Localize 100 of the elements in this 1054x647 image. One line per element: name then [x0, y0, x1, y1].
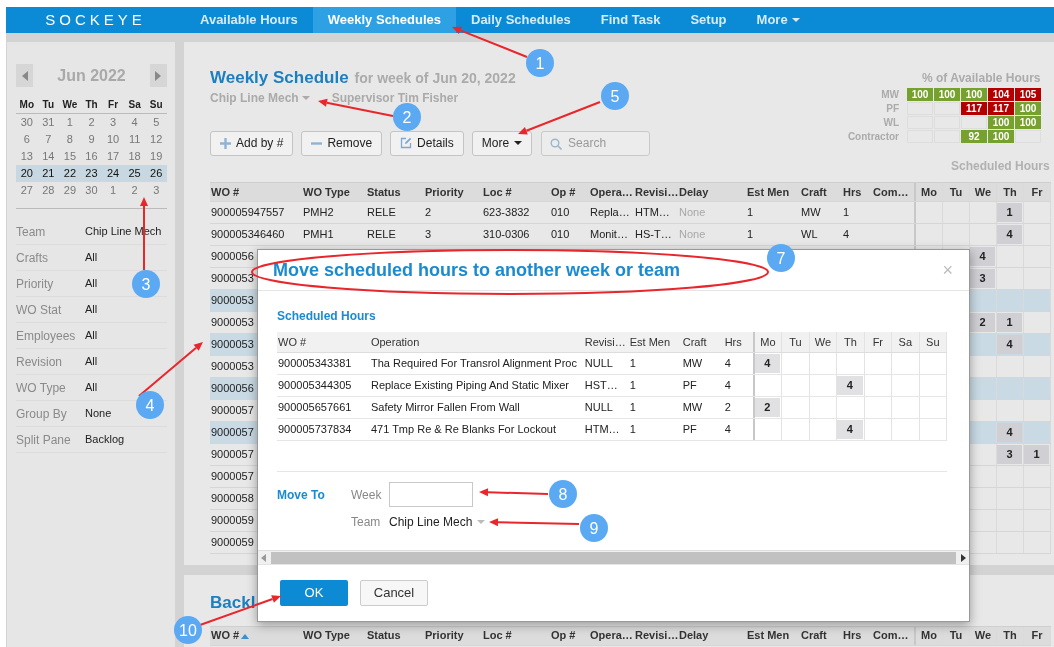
calendar-day[interactable]: 28	[37, 182, 60, 199]
column-header[interactable]: Opera…	[589, 183, 634, 201]
column-header[interactable]: Priority	[424, 183, 482, 201]
table-cell: PF	[682, 423, 697, 436]
calendar-day[interactable]: 29	[59, 182, 81, 199]
previous-month-button[interactable]	[16, 64, 33, 87]
cancel-button[interactable]: Cancel	[360, 580, 428, 606]
column-header[interactable]: Hrs	[842, 183, 872, 201]
toolbar-button[interactable]: Add by #	[210, 130, 294, 156]
table-cell: 4	[724, 357, 731, 370]
filter-value[interactable]: All	[85, 249, 98, 266]
calendar-day[interactable]: 2	[80, 114, 103, 131]
toolbar-button[interactable]: Details	[390, 130, 464, 156]
table-cell: 1	[747, 228, 754, 241]
calendar-day[interactable]: 4	[123, 114, 146, 131]
calendar-day[interactable]: 3	[145, 182, 167, 199]
calendar-day[interactable]: 21	[37, 165, 60, 182]
filter-value[interactable]: All	[85, 327, 98, 344]
calendar-day[interactable]: 2	[123, 182, 146, 199]
filter-value[interactable]: Backlog	[85, 431, 125, 448]
calendar-day[interactable]: 22	[59, 165, 81, 182]
calendar-day[interactable]: 31	[37, 114, 60, 131]
toolbar-button[interactable]: Remove	[301, 130, 383, 156]
calendar-day[interactable]: 9	[80, 131, 103, 148]
column-header[interactable]: WO Type	[302, 183, 366, 201]
column-header[interactable]: Loc #	[482, 183, 550, 201]
column-header[interactable]: Com…	[872, 627, 914, 644]
column-header[interactable]: Est Men	[746, 183, 800, 201]
table-row[interactable]: 900005346460 PMH1 RELE 3 310-0306 010 Monit… HS-T… None 1 WL 4 4	[210, 224, 1051, 246]
calendar-day[interactable]: 12	[145, 131, 167, 148]
calendar-day[interactable]: 10	[102, 131, 124, 148]
column-header[interactable]: WO #	[210, 627, 302, 644]
column-header[interactable]: Craft	[800, 183, 842, 201]
calendar-day[interactable]: 30	[80, 182, 103, 199]
calendar-day[interactable]: 11	[123, 131, 146, 148]
column-header[interactable]: Hrs	[842, 627, 872, 644]
next-month-button[interactable]	[150, 64, 167, 87]
table-cell: 9000057	[211, 448, 254, 461]
table-cell: 9000057	[211, 470, 254, 483]
filter-value[interactable]: All	[85, 353, 98, 370]
column-header[interactable]: Revisi…	[634, 627, 678, 644]
filter-value[interactable]: All	[85, 275, 98, 292]
calendar-day[interactable]: 27	[16, 182, 38, 199]
table-cell: 900005947557	[211, 206, 285, 219]
column-header[interactable]: Est Men	[746, 627, 800, 644]
column-header[interactable]: Operation	[369, 333, 584, 351]
column-header[interactable]: Com…	[872, 183, 914, 201]
column-header[interactable]: Loc #	[482, 627, 550, 644]
filter-value[interactable]: All	[85, 301, 98, 318]
calendar-day[interactable]: 13	[16, 148, 38, 165]
calendar-day[interactable]: 19	[145, 148, 167, 165]
column-header[interactable]: WO #	[277, 333, 370, 351]
column-header[interactable]: Delay	[678, 183, 746, 201]
calendar-day[interactable]: 1	[59, 114, 81, 131]
ok-button[interactable]: OK	[280, 580, 348, 606]
column-header[interactable]: Est Men	[628, 333, 682, 351]
calendar-day[interactable]: 15	[59, 148, 81, 165]
table-cell: 9000053	[211, 316, 254, 329]
calendar-day[interactable]: 17	[102, 148, 124, 165]
calendar-day[interactable]: 24	[102, 165, 124, 182]
table-row[interactable]: 900005947557 PMH2 RELE 2 623-3832 010 Repla… HTM… None 1 MW 1 1	[210, 202, 1051, 224]
calendar-day[interactable]: 1	[102, 182, 124, 199]
calendar-day[interactable]: 16	[80, 148, 103, 165]
week-input[interactable]	[389, 482, 473, 507]
calendar-day[interactable]: 14	[37, 148, 60, 165]
column-header[interactable]: WO #	[210, 183, 302, 201]
table-cell: 9000059	[211, 514, 254, 527]
column-header[interactable]: Status	[366, 627, 424, 644]
toolbar-button[interactable]: More	[471, 130, 533, 156]
column-header[interactable]: Priority	[424, 627, 482, 644]
column-header[interactable]: Opera…	[589, 627, 634, 644]
column-header[interactable]: Hrs	[723, 333, 753, 351]
calendar-day[interactable]: 6	[16, 131, 38, 148]
horizontal-scrollbar[interactable]	[258, 550, 969, 564]
calendar-day[interactable]: 5	[145, 114, 167, 131]
column-header[interactable]: Op #	[550, 183, 589, 201]
filter-value[interactable]: All	[85, 379, 98, 396]
column-header[interactable]: Craft	[800, 627, 842, 644]
calendar-day[interactable]: 30	[16, 114, 38, 131]
column-header[interactable]: WO Type	[302, 627, 366, 644]
column-header[interactable]: Craft	[681, 333, 724, 351]
calendar-day[interactable]: 25	[123, 165, 146, 182]
filter-value[interactable]: None	[85, 405, 112, 422]
calendar-day[interactable]: 20	[16, 165, 38, 182]
calendar-day[interactable]: 18	[123, 148, 146, 165]
column-header[interactable]: Delay	[678, 627, 746, 644]
team-select[interactable]: Chip Line Mech	[389, 513, 486, 531]
search-field[interactable]: Search	[541, 130, 651, 156]
search-icon	[550, 137, 563, 150]
column-header[interactable]: Revisi…	[634, 183, 678, 201]
calendar-day[interactable]: 3	[102, 114, 124, 131]
column-header[interactable]: Revisi…	[583, 333, 629, 351]
calendar-day[interactable]: 8	[59, 131, 81, 148]
percent-cell: 105	[1015, 87, 1041, 101]
plus-icon	[220, 137, 231, 149]
calendar-day[interactable]: 23	[80, 165, 103, 182]
calendar-day[interactable]: 26	[145, 165, 167, 182]
column-header[interactable]: Status	[366, 183, 424, 201]
calendar-day[interactable]: 7	[37, 131, 60, 148]
column-header[interactable]: Op #	[550, 627, 589, 644]
